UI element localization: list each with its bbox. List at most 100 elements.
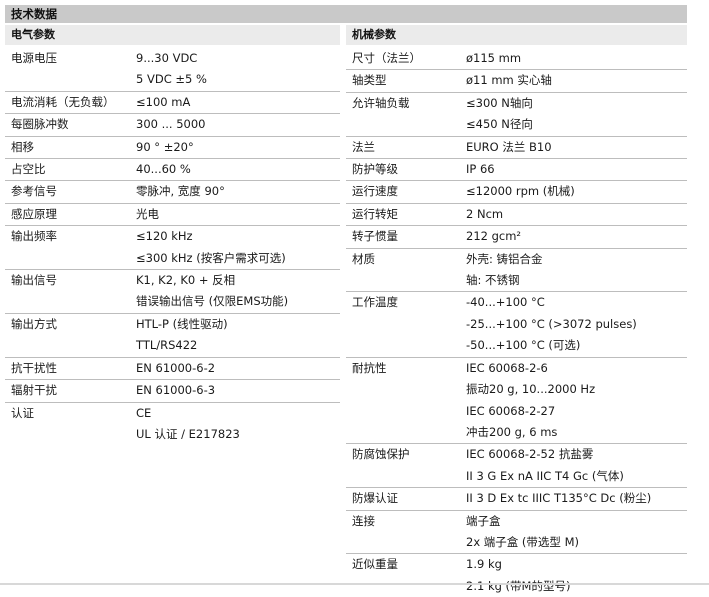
row-values: 300 ... 5000 <box>136 114 340 135</box>
row-label: 输出信号 <box>11 273 57 288</box>
electrical-params-table: 电源电压 9...30 VDC 5 VDC ±5 % 电流消耗（无负载） ≤100 mA… <box>5 48 340 445</box>
table-row: 工作温度 -40...+100 °C -25...+100 °C (>3072 pu… <box>346 291 687 356</box>
row-values: 光电 <box>136 204 340 225</box>
row-value: ≤120 kHz <box>136 229 193 244</box>
row-value: 300 ... 5000 <box>136 117 206 132</box>
row-value: IP 66 <box>466 162 495 177</box>
row-value: 40...60 % <box>136 162 191 177</box>
row-label: 防腐蚀保护 <box>352 447 410 462</box>
row-label: 耐抗性 <box>352 360 387 375</box>
row-value: TTL/RS422 <box>136 338 198 353</box>
row-value: EN 61000-6-3 <box>136 383 216 398</box>
row-values: ≤100 mA <box>136 92 340 113</box>
row-value: K1, K2, K0 + 反相 <box>136 273 236 288</box>
table-row: 法兰 EURO 法兰 B10 <box>346 135 687 158</box>
table-row: 材质 外壳: 铸铝合金 轴: 不锈钢 <box>346 247 687 292</box>
row-values: 9...30 VDC 5 VDC ±5 % <box>136 48 340 91</box>
row-values: ≤300 N轴向 ≤450 N径向 <box>466 93 687 136</box>
mechanical-params-heading: 机械参数 <box>346 25 687 45</box>
row-value: 光电 <box>136 206 159 221</box>
row-value: 90 ° ±20° <box>136 139 194 154</box>
row-label: 允许轴负载 <box>352 95 410 110</box>
row-values: II 3 D Ex tc IIIC T135°C Dc (粉尘) <box>466 488 687 509</box>
mechanical-params-column: 机械参数 尺寸（法兰） ø115 mm 轴类型 ø11 mm 实心轴允许轴负载 ≤300… <box>346 25 687 597</box>
row-value: ≤300 N轴向 <box>466 95 533 110</box>
table-row: 尺寸（法兰） ø115 mm <box>346 48 687 69</box>
row-value: ≤12000 rpm (机械) <box>466 184 575 199</box>
section-title: 技术数据 <box>5 5 687 23</box>
table-row: 转子惯量 212 gcm² <box>346 225 687 247</box>
row-label: 转子惯量 <box>352 229 398 244</box>
row-value: 冲击200 g, 6 ms <box>466 424 558 439</box>
row-label: 运行速度 <box>352 184 398 199</box>
row-value: -50...+100 °C (可选) <box>466 338 581 353</box>
table-row: 输出频率 ≤120 kHz ≤300 kHz (按客户需求可选) <box>5 225 340 269</box>
row-label: 输出方式 <box>11 316 57 331</box>
row-values: ≤12000 rpm (机械) <box>466 181 687 202</box>
row-value: 轴: 不锈钢 <box>466 273 520 288</box>
row-label: 法兰 <box>352 139 375 154</box>
row-value: 外壳: 铸铝合金 <box>466 251 543 266</box>
row-value: EURO 法兰 B10 <box>466 139 552 154</box>
row-values: IEC 60068-2-52 抗盐雾 II 3 G Ex nA IIC T4 Gc… <box>466 444 687 487</box>
row-value: 2 Ncm <box>466 206 504 221</box>
electrical-params-column: 电气参数 电源电压 9...30 VDC 5 VDC ±5 % 电流消耗（无负载） ≤1… <box>5 25 340 445</box>
row-label: 轴类型 <box>352 73 387 88</box>
row-values: CE UL 认证 / E217823 <box>136 403 340 446</box>
row-values: HTL-P (线性驱动) TTL/RS422 <box>136 314 340 357</box>
table-row: 认证 CE UL 认证 / E217823 <box>5 401 340 446</box>
table-row: 辐射干扰 EN 61000-6-3 <box>5 379 340 401</box>
row-label: 感应原理 <box>11 206 57 221</box>
row-value: EN 61000-6-2 <box>136 360 216 375</box>
row-value: IEC 60068-2-52 抗盐雾 <box>466 447 594 462</box>
row-label: 抗干扰性 <box>11 360 57 375</box>
table-row: 允许轴负载 ≤300 N轴向 ≤450 N径向 <box>346 91 687 136</box>
row-values: EN 61000-6-3 <box>136 380 340 401</box>
row-value: ≤300 kHz (按客户需求可选) <box>136 250 286 265</box>
row-value: 2.1 kg (带M的型号) <box>466 578 571 593</box>
row-value: II 3 G Ex nA IIC T4 Gc (气体) <box>466 468 624 483</box>
row-value: HTL-P (线性驱动) <box>136 316 228 331</box>
electrical-params-heading: 电气参数 <box>5 25 340 45</box>
row-value: 1.9 kg <box>466 557 502 572</box>
row-value: 端子盒 <box>466 513 501 528</box>
row-values: 212 gcm² <box>466 226 687 247</box>
table-row: 电源电压 9...30 VDC 5 VDC ±5 % <box>5 48 340 91</box>
row-label: 电流消耗（无负载） <box>11 94 115 109</box>
row-value: 5 VDC ±5 % <box>136 72 207 87</box>
row-label: 参考信号 <box>11 184 57 199</box>
table-row: 连接 端子盒 2x 端子盒 (带选型 M) <box>346 509 687 554</box>
row-value: ≤450 N径向 <box>466 117 533 132</box>
row-values: ≤120 kHz ≤300 kHz (按客户需求可选) <box>136 226 340 269</box>
row-values: ø11 mm 实心轴 <box>466 70 687 91</box>
table-row: 运行速度 ≤12000 rpm (机械) <box>346 180 687 202</box>
row-label: 运行转矩 <box>352 206 398 221</box>
table-row: 防护等级 IP 66 <box>346 158 687 180</box>
row-values: 零脉冲, 宽度 90° <box>136 181 340 202</box>
row-label: 防爆认证 <box>352 491 398 506</box>
row-values: K1, K2, K0 + 反相 错误输出信号 (仅限EMS功能) <box>136 270 340 313</box>
row-value: 振动20 g, 10...2000 Hz <box>466 382 596 397</box>
row-value: IEC 60068-2-27 <box>466 403 556 418</box>
row-label: 尺寸（法兰） <box>352 51 421 65</box>
row-label: 连接 <box>352 513 375 528</box>
row-value: -40...+100 °C <box>466 295 545 310</box>
row-label: 电源电压 <box>11 51 57 65</box>
row-value: ø115 mm <box>466 51 522 65</box>
table-row: 耐抗性 IEC 60068-2-6 振动20 g, 10...2000 Hz IEC … <box>346 356 687 444</box>
row-label: 占空比 <box>11 162 46 177</box>
row-values: 2 Ncm <box>466 204 687 225</box>
row-values: EURO 法兰 B10 <box>466 137 687 158</box>
table-row: 参考信号 零脉冲, 宽度 90° <box>5 180 340 202</box>
table-row: 感应原理 光电 <box>5 202 340 225</box>
row-values: ø115 mm <box>466 48 687 69</box>
table-row: 输出方式 HTL-P (线性驱动) TTL/RS422 <box>5 312 340 357</box>
table-row: 近似重量 1.9 kg 2.1 kg (带M的型号) <box>346 553 687 597</box>
table-row: 输出信号 K1, K2, K0 + 反相 错误输出信号 (仅限EMS功能) <box>5 269 340 313</box>
table-row: 防爆认证 II 3 D Ex tc IIIC T135°C Dc (粉尘) <box>346 487 687 509</box>
row-values: 外壳: 铸铝合金 轴: 不锈钢 <box>466 249 687 292</box>
row-values: -40...+100 °C -25...+100 °C (>3072 pulses… <box>466 292 687 356</box>
row-value: II 3 D Ex tc IIIC T135°C Dc (粉尘) <box>466 491 652 506</box>
row-value: CE <box>136 405 152 420</box>
row-label: 每圈脉冲数 <box>11 117 69 132</box>
